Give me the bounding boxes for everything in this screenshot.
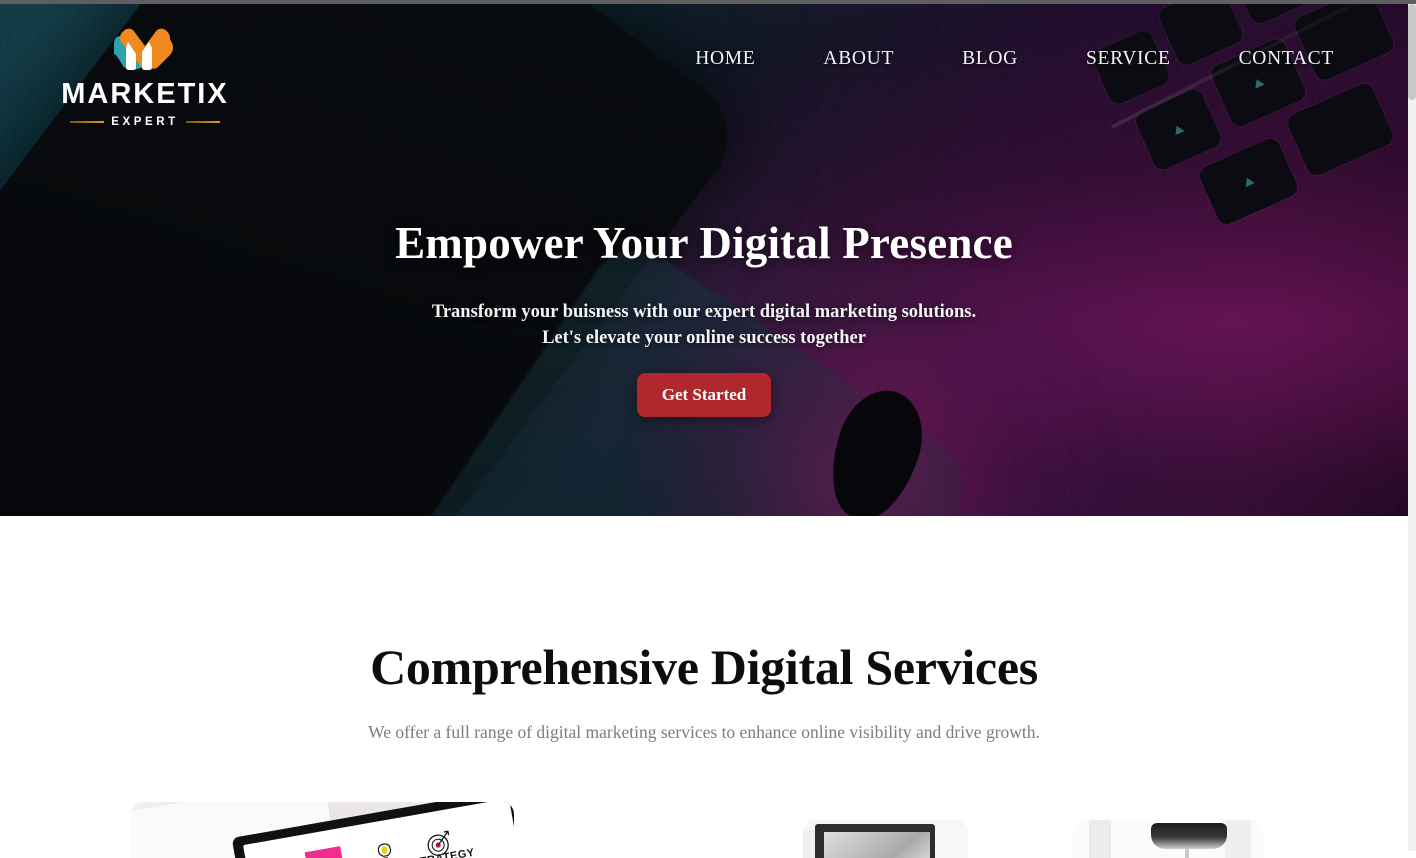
background-blur-shape [1089,820,1111,858]
service-card-image [1073,820,1263,858]
brand-logo[interactable]: MARKETIX EXPERT [55,22,235,128]
monitor-screen [824,832,930,858]
service-card-image: STRATEGY [131,802,514,858]
background-blur-shape [1225,820,1251,858]
lamp-shade-graphic [1151,823,1227,849]
services-subtitle: We offer a full range of digital marketi… [368,722,1040,742]
services-section: Comprehensive Digital Services We offer … [0,520,1408,858]
nav-item-home[interactable]: HOME [661,48,789,70]
service-cards-row: STRATEGY [0,798,1408,858]
brand-tagline-row: EXPERT [55,116,235,128]
main-navigation: HOME ABOUT BLOG SERVICE CONTACT [661,48,1368,70]
arrow-up-icon [1242,175,1255,188]
brand-wordmark: MARKETIX [61,78,229,110]
scrollbar-thumb[interactable] [1408,4,1416,100]
page-root: MARKETIX EXPERT HOME ABOUT BLOG SERVICE … [0,4,1408,858]
service-card-image [803,820,968,858]
scrollbar-track[interactable] [1408,4,1416,851]
logo-rule-left [70,121,105,123]
marketix-logo-icon [108,22,182,74]
brand-tagline: EXPERT [111,116,179,128]
services-title: Comprehensive Digital Services [370,639,1038,695]
service-card[interactable] [803,820,968,858]
nav-item-about[interactable]: ABOUT [789,48,928,70]
site-header: MARKETIX EXPERT HOME ABOUT BLOG SERVICE … [0,4,1408,152]
logo-rule-right [185,121,220,123]
nav-item-contact[interactable]: CONTACT [1205,48,1368,70]
nav-item-service[interactable]: SERVICE [1052,48,1205,70]
nav-item-blog[interactable]: BLOG [928,48,1052,70]
get-started-button[interactable]: Get Started [636,373,772,417]
service-card[interactable]: STRATEGY [131,802,514,858]
monitor-graphic [815,824,935,858]
lightbulb-icon [372,840,397,858]
hero-section: MARKETIX EXPERT HOME ABOUT BLOG SERVICE … [0,4,1408,516]
service-card[interactable] [1073,820,1263,858]
lamp-stem-graphic [1185,849,1189,858]
